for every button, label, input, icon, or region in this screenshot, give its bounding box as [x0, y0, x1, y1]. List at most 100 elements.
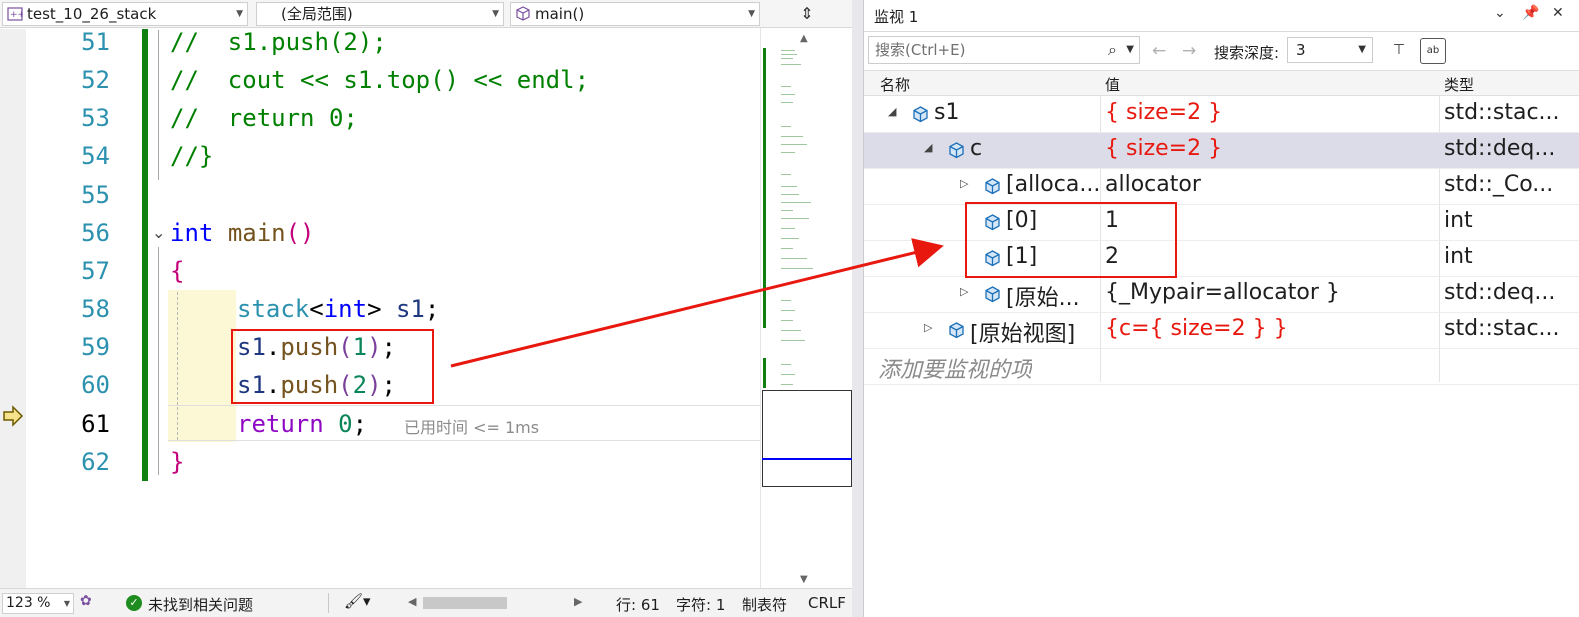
minimap-change-bar	[763, 48, 766, 328]
minimap-viewport[interactable]	[762, 390, 852, 487]
minimap-line	[781, 238, 799, 239]
split-window-icon[interactable]: ⇕	[797, 4, 817, 24]
column-header-name[interactable]: 名称	[880, 74, 910, 95]
watch-row[interactable]: ◢ s1 { size=2 } std::stac...	[864, 97, 1579, 133]
code-editor[interactable]: ++ test_10_26_stack ▼ (全局范围) ▼ main() ▼ …	[0, 0, 852, 617]
minimap-change-bar	[763, 358, 766, 388]
type-name: stack	[237, 295, 310, 323]
line-indicator[interactable]: 行: 61	[616, 594, 660, 615]
glyph-margin[interactable]	[0, 29, 26, 588]
semicolon: ;	[424, 295, 440, 323]
watch-row[interactable]: ▷ [原始视图] {c={ size=2 } } std::stac...	[864, 313, 1579, 349]
forward-arrow-icon[interactable]: →	[1182, 41, 1196, 61]
tabs-indicator[interactable]: 制表符	[742, 594, 787, 615]
watch-grid-header: 名称 值 类型	[864, 70, 1579, 96]
collapse-triangle-icon[interactable]: ◢	[888, 105, 896, 118]
code-line-57[interactable]: {	[170, 252, 184, 290]
pin-to-source-icon[interactable]: ⊤	[1386, 38, 1412, 64]
watch-type: int	[1444, 244, 1473, 269]
watch-value[interactable]: { size=2 }	[1105, 136, 1438, 161]
column-header-value[interactable]: 值	[1105, 74, 1120, 95]
watch-type: int	[1444, 208, 1473, 233]
check-circle-icon: ✓	[126, 595, 142, 611]
minimap-line	[781, 94, 795, 95]
scroll-left-icon[interactable]: ◀	[408, 595, 416, 608]
line-number: 53	[81, 104, 110, 132]
column-header-type[interactable]: 类型	[1444, 74, 1474, 95]
code-line-54[interactable]: //}	[170, 137, 213, 175]
code-line-52[interactable]: // cout << s1.top() << endl;	[170, 61, 589, 99]
zoom-dropdown[interactable]: 123 % ▼	[2, 593, 74, 614]
code-line-61[interactable]: return 0;	[237, 405, 367, 443]
expand-triangle-icon[interactable]: ▷	[960, 177, 968, 190]
chevron-down-icon[interactable]: ▼	[1126, 37, 1134, 63]
horizontal-scrollbar[interactable]	[423, 597, 507, 609]
code-line-62[interactable]: }	[170, 443, 184, 481]
perf-tip[interactable]: 已用时间 <= 1ms	[404, 414, 539, 438]
watch-value[interactable]: { size=2 }	[1105, 100, 1438, 125]
variable-cube-icon	[949, 322, 964, 339]
dropdown-chevron-icon[interactable]: ⌄	[1494, 5, 1506, 21]
separator	[328, 593, 329, 613]
watch-row[interactable]: ▷ [原始... {_Mypair=allocator } std::deq..…	[864, 277, 1579, 313]
expand-triangle-icon[interactable]: ▷	[924, 321, 932, 334]
watch-type: std::deq...	[1444, 136, 1556, 161]
search-input[interactable]: 搜索(Ctrl+E) ⌕ ▼	[868, 36, 1140, 64]
watch-type: std::stac...	[1444, 100, 1560, 125]
watch-row[interactable]: ▷ [alloca... allocator std::_Co...	[864, 169, 1579, 205]
search-depth-value: 3	[1296, 41, 1306, 59]
minimap[interactable]	[760, 28, 852, 588]
minimap-line	[781, 194, 799, 195]
outline-guide	[158, 30, 159, 180]
back-arrow-icon[interactable]: ←	[1152, 41, 1166, 61]
member-dropdown[interactable]: main() ▼	[510, 2, 760, 26]
scroll-down-icon[interactable]: ▼	[800, 574, 808, 585]
angle-open: <	[309, 295, 324, 323]
pane-splitter[interactable]	[852, 0, 863, 617]
chevron-down-icon: ▼	[748, 9, 755, 19]
search-depth-dropdown[interactable]: 3 ▼	[1287, 37, 1373, 63]
expand-triangle-icon[interactable]: ▷	[960, 285, 968, 298]
comment-prefix: //	[170, 28, 228, 56]
pin-icon[interactable]: 📌	[1522, 5, 1539, 21]
svg-text:++: ++	[10, 10, 23, 20]
number: 0	[338, 410, 353, 438]
minimap-line	[781, 126, 791, 127]
collapse-chevron-icon[interactable]: ⌄	[152, 223, 165, 242]
code-line-51[interactable]: // s1.push(2);	[170, 23, 387, 61]
watch-row-selected[interactable]: ◢ c { size=2 } std::deq...	[864, 133, 1579, 169]
code-line-58[interactable]: stack<int> s1;	[237, 290, 439, 328]
watch-value[interactable]: {c={ size=2 } }	[1105, 316, 1438, 341]
watch-name: s1	[934, 100, 960, 125]
watch-name: c	[970, 136, 983, 161]
project-name: test_10_26_stack	[27, 5, 157, 23]
view-as-text-icon[interactable]: ab	[1420, 38, 1446, 64]
minimap-line	[781, 144, 807, 145]
keyword: int	[170, 219, 214, 247]
add-watch-row[interactable]: 添加要监视的项	[864, 349, 1579, 385]
function-name: main	[227, 219, 286, 247]
chevron-down-icon: ▼	[236, 9, 243, 19]
code-line-53[interactable]: // return 0;	[170, 99, 358, 137]
watch-value[interactable]: allocator	[1105, 172, 1438, 197]
watch-value[interactable]: {_Mypair=allocator }	[1105, 280, 1438, 305]
code-cleanup-icon[interactable]: 🖌▾	[344, 592, 371, 610]
minimap-line	[781, 228, 795, 229]
char-indicator[interactable]: 字符: 1	[676, 594, 725, 615]
search-icon[interactable]: ⌕	[1108, 37, 1117, 63]
close-icon[interactable]: ✕	[1552, 5, 1564, 21]
eol-indicator[interactable]: CRLF	[808, 594, 846, 612]
issues-status[interactable]: 未找到相关问题	[148, 594, 253, 615]
minimap-line	[781, 320, 793, 321]
minimap-line	[781, 86, 791, 87]
add-watch-placeholder[interactable]: 添加要监视的项	[878, 352, 1032, 384]
scroll-up-icon[interactable]: ▲	[800, 33, 808, 44]
minimap-line	[781, 340, 805, 341]
scope-name: (全局范围)	[281, 5, 353, 23]
collapse-triangle-icon[interactable]: ◢	[924, 141, 932, 154]
parens: ()	[285, 219, 315, 247]
copilot-icon[interactable]: ✿	[80, 593, 92, 609]
execution-pointer-icon	[3, 405, 24, 427]
scroll-right-icon[interactable]: ▶	[574, 595, 582, 608]
code-line-56[interactable]: int main()	[170, 214, 315, 252]
